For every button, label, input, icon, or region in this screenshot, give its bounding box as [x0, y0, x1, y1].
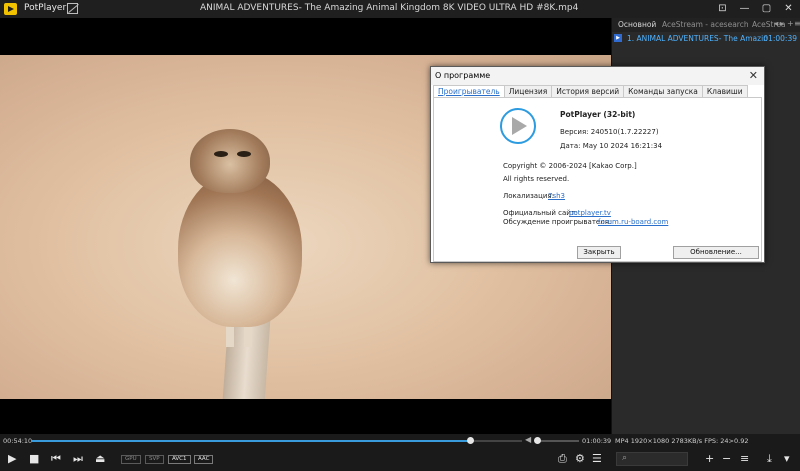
window-buttons: ⊡ — ▢ ✕	[717, 2, 794, 15]
search-icon: ⌕	[622, 453, 628, 463]
owl-head	[190, 129, 270, 193]
video-file-icon: ▶	[614, 34, 622, 42]
title-bar: PotPlayer ANIMAL ADVENTURES- The Amazing…	[0, 0, 800, 18]
potplayer-logo-icon[interactable]	[4, 3, 17, 15]
gpu-badge[interactable]: GPU	[121, 455, 141, 464]
dialog-panel: PotPlayer (32-bit) Версия: 240510(1.7.22…	[433, 97, 762, 262]
tab-next-icon[interactable]: ▸	[780, 19, 784, 28]
video-codec-badge[interactable]: AVC1	[168, 455, 191, 464]
copyright-text: Copyright © 2006-2024 [Kakao Corp.]	[503, 162, 637, 170]
forum-label: Обсуждение проигрывателя:	[503, 218, 612, 226]
dialog-close-icon[interactable]: ✕	[749, 69, 758, 82]
volume-icon[interactable]: ◀	[525, 436, 534, 444]
seek-row: 00:54:10 ◀ 01:00:39 MP4 1920×1080 2783KB…	[0, 434, 800, 448]
svp-badge[interactable]: SVP	[145, 455, 164, 464]
current-time[interactable]: 00:54:10	[3, 437, 32, 445]
capture-icon[interactable]: ⎙	[558, 453, 567, 465]
dialog-tabs: Проигрыватель Лицензия История версий Ко…	[433, 85, 748, 97]
total-time[interactable]: 01:00:39	[582, 437, 611, 445]
version-text: Версия: 240510(1.7.22227)	[560, 128, 659, 136]
seek-progress	[32, 440, 470, 442]
skin-button[interactable]: ⊡	[717, 2, 728, 15]
tab-license[interactable]: Лицензия	[503, 85, 553, 97]
pin-icon[interactable]	[67, 3, 78, 14]
localization-label: Локализация:	[503, 192, 554, 200]
next-icon[interactable]: ⏭	[73, 453, 83, 465]
tab-main[interactable]: Основной	[618, 20, 656, 29]
playlist-tabs: Основной AceStream - acesearch AceStrea …	[612, 18, 800, 32]
site-label: Официальный сайт:	[503, 209, 578, 217]
about-dialog: О программе ✕ Проигрыватель Лицензия Ист…	[430, 66, 765, 263]
seek-bar[interactable]	[32, 437, 522, 444]
dialog-title-bar[interactable]: О программе ✕	[431, 67, 764, 85]
minimize-button[interactable]: —	[739, 2, 750, 15]
media-info: MP4 1920×1080 2783KB/s FPS: 24>0.92	[615, 437, 749, 445]
playlist-item-duration: 01:00:39	[763, 34, 797, 43]
eject-icon[interactable]: ⏏	[95, 453, 105, 465]
play-icon[interactable]: ▶	[8, 453, 16, 465]
playlist-item-title: 1. ANIMAL ADVENTURES- The Amazing Animal…	[627, 34, 767, 43]
site-link[interactable]: potplayer.tv	[569, 209, 611, 217]
playlist-item[interactable]: ▶ 1. ANIMAL ADVENTURES- The Amazing Anim…	[614, 33, 799, 45]
forum-link[interactable]: forum.ru-board.com	[598, 218, 668, 226]
control-bar: ▶ ■ ⏮ ⏭ ⏏ GPU SVP AVC1 AAC ⎙ ⚙ ☰ ⌕ + − ≡…	[0, 448, 800, 471]
save-playlist-icon[interactable]: ⤓	[767, 453, 772, 465]
localization-link[interactable]: 7sh3	[548, 192, 565, 200]
dialog-title: О программе	[435, 71, 491, 80]
close-button[interactable]: ✕	[783, 2, 794, 15]
update-button[interactable]: Обновление...	[673, 246, 759, 259]
previous-icon[interactable]: ⏮	[51, 453, 61, 465]
close-dialog-button[interactable]: Закрыть	[577, 246, 621, 259]
tab-player[interactable]: Проигрыватель	[433, 85, 505, 97]
playlist-menu-icon[interactable]: ▾	[784, 453, 790, 465]
window-title: ANIMAL ADVENTURES- The Amazing Animal Ki…	[200, 3, 579, 13]
potplayer-window: PotPlayer ANIMAL ADVENTURES- The Amazing…	[0, 0, 800, 471]
tab-command-line[interactable]: Команды запуска	[623, 85, 703, 97]
tab-menu-icon[interactable]: ≡	[794, 19, 800, 28]
settings-gear-icon[interactable]: ⚙	[575, 453, 585, 465]
build-date-text: Дата: May 10 2024 16:21:34	[560, 142, 663, 150]
search-input[interactable]: ⌕	[616, 452, 688, 466]
app-name[interactable]: PotPlayer	[24, 3, 66, 13]
rights-text: All rights reserved.	[503, 175, 570, 183]
maximize-button[interactable]: ▢	[761, 2, 772, 15]
potplayer-play-icon	[500, 108, 536, 144]
owl-eye	[237, 151, 251, 157]
remove-file-icon[interactable]: −	[722, 453, 731, 465]
add-file-icon[interactable]: +	[705, 453, 714, 465]
seek-handle[interactable]	[466, 437, 474, 444]
playlist-toggle-icon[interactable]: ☰	[592, 453, 602, 465]
tab-prev-icon[interactable]: ◂	[774, 19, 778, 28]
owl-body	[178, 171, 302, 327]
owl-eye	[214, 151, 228, 157]
volume-slider[interactable]	[534, 437, 579, 444]
volume-handle[interactable]	[534, 437, 541, 444]
stop-icon[interactable]: ■	[29, 453, 39, 465]
tab-hotkeys[interactable]: Клавиши	[701, 85, 748, 97]
tab-acestream-search[interactable]: AceStream - acesearch	[662, 20, 749, 29]
menu-icon[interactable]: ≡	[740, 453, 749, 465]
product-name: PotPlayer (32-bit)	[560, 110, 636, 119]
tab-version-history[interactable]: История версий	[551, 85, 625, 97]
audio-codec-badge[interactable]: AAC	[194, 455, 214, 464]
tab-add-icon[interactable]: +	[787, 19, 794, 28]
